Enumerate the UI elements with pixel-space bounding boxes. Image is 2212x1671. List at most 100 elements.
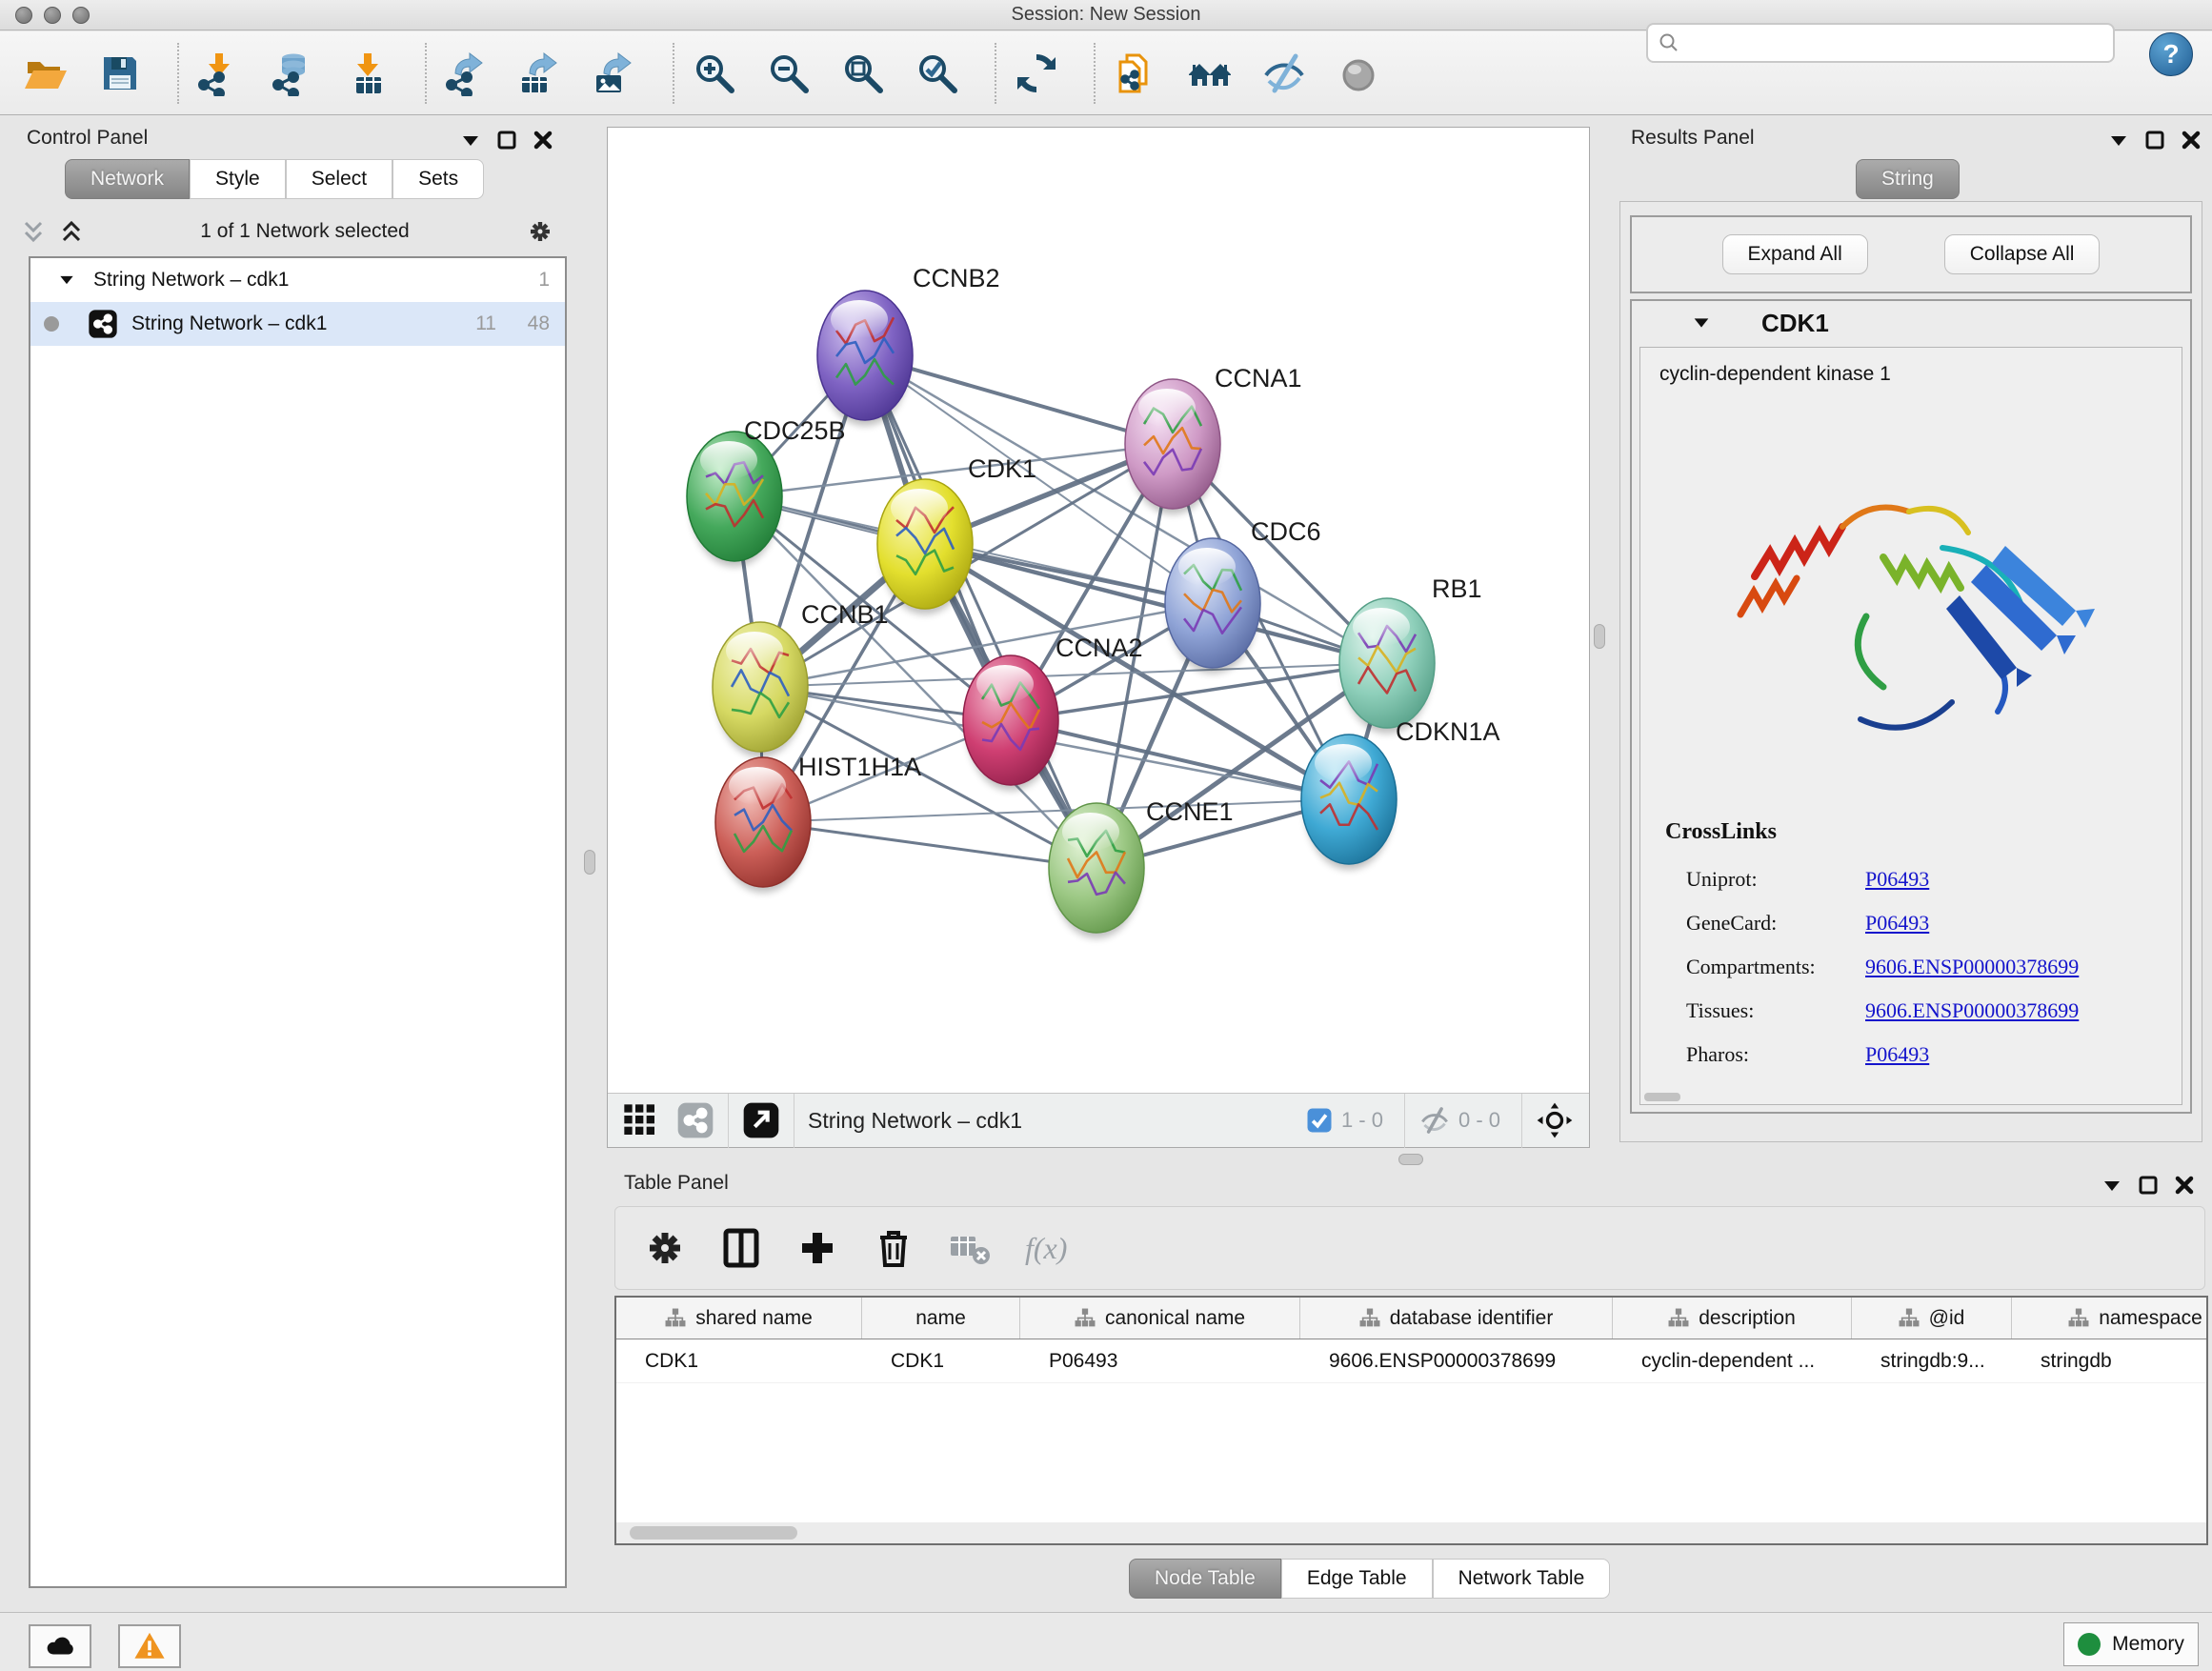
network-graph[interactable]: CCNB2CCNA1CDC25BCDK1CDC6RB1CCNB1CCNA2CDK…	[608, 128, 1589, 1094]
node-CCNB2[interactable]: CCNB2	[817, 264, 1000, 426]
fit-content-crosshair-icon[interactable]	[1536, 1101, 1574, 1139]
crosslink-link[interactable]: 9606.ENSP00000378699	[1865, 955, 2079, 979]
edge-CCNB2-CCNE1[interactable]	[865, 355, 1096, 868]
column-header[interactable]: name	[862, 1298, 1020, 1339]
table-cell[interactable]: CDK1	[616, 1339, 862, 1382]
scrollbar-thumb[interactable]	[630, 1526, 797, 1540]
columns-icon[interactable]	[718, 1223, 768, 1273]
float-panel-icon[interactable]	[2143, 129, 2166, 151]
table-cell[interactable]: stringdb	[2012, 1339, 2208, 1382]
share-view-icon[interactable]	[676, 1101, 714, 1139]
cloud-button[interactable]	[29, 1624, 91, 1668]
tab-network[interactable]: Network	[65, 159, 190, 199]
protein-details: cyclin-dependent kinase 1	[1639, 347, 2182, 1105]
hide-graphics-details-icon[interactable]	[1261, 49, 1311, 98]
node-HIST1H1A[interactable]: HIST1H1A	[715, 753, 921, 893]
import-network-database-icon[interactable]	[271, 49, 320, 98]
expand-all-icon[interactable]	[59, 219, 84, 244]
selected-checkbox-icon[interactable]	[1305, 1106, 1334, 1135]
close-panel-icon[interactable]	[532, 129, 554, 151]
function-icon[interactable]: f(x)	[1023, 1223, 1073, 1273]
crosslink-link[interactable]: P06493	[1865, 1042, 1929, 1067]
table-row[interactable]: CDK1CDK1P064939606.ENSP00000378699cyclin…	[616, 1339, 2206, 1383]
zoom-out-icon[interactable]	[766, 49, 815, 98]
crosslink-link[interactable]: 9606.ENSP00000378699	[1865, 998, 2079, 1023]
export-network-icon[interactable]	[444, 49, 493, 98]
node-CDC6[interactable]: CDC6	[1165, 517, 1321, 674]
right-splitter-handle[interactable]	[1594, 624, 1605, 649]
collapse-panel-icon[interactable]	[2107, 129, 2130, 151]
import-network-file-icon[interactable]	[196, 49, 246, 98]
save-session-icon[interactable]	[97, 49, 147, 98]
hidden-eye-icon[interactable]	[1418, 1104, 1451, 1137]
export-image-icon[interactable]	[593, 49, 642, 98]
trash-icon[interactable]	[871, 1223, 920, 1273]
close-panel-icon[interactable]	[2173, 1174, 2196, 1197]
refresh-icon[interactable]	[1014, 49, 1063, 98]
edge-CDKN1A-HIST1H1A[interactable]	[763, 799, 1349, 822]
import-table-icon[interactable]	[345, 49, 394, 98]
expand-all-button[interactable]: Expand All	[1722, 234, 1868, 274]
export-table-icon[interactable]	[518, 49, 568, 98]
open-session-icon[interactable]	[23, 49, 72, 98]
edge-HIST1H1A-CCNE1[interactable]	[763, 822, 1096, 868]
network-canvas[interactable]: CCNB2CCNA1CDC25BCDK1CDC6RB1CCNB1CCNA2CDK…	[607, 127, 1590, 1148]
tab-network-table[interactable]: Network Table	[1433, 1559, 1611, 1599]
houses-icon[interactable]	[1187, 49, 1237, 98]
tab-select[interactable]: Select	[286, 159, 392, 199]
table-cell[interactable]: stringdb:9...	[1852, 1339, 2012, 1382]
tab-node-table[interactable]: Node Table	[1129, 1559, 1281, 1599]
float-panel-icon[interactable]	[2137, 1174, 2160, 1197]
tab-style[interactable]: Style	[190, 159, 286, 199]
node-CCNA1[interactable]: CCNA1	[1125, 364, 1302, 514]
column-header[interactable]: shared name	[616, 1298, 862, 1339]
table-cell[interactable]: CDK1	[862, 1339, 1020, 1382]
delete-table-icon[interactable]	[947, 1223, 996, 1273]
tab-sets[interactable]: Sets	[392, 159, 484, 199]
crosslink-link[interactable]: P06493	[1865, 911, 1929, 936]
table-horizontal-scrollbar[interactable]	[616, 1522, 2206, 1543]
close-panel-icon[interactable]	[2180, 129, 2202, 151]
collection-expand-icon[interactable]	[57, 271, 76, 290]
search-input[interactable]	[1680, 25, 2113, 61]
node-CCNB1[interactable]: CCNB1	[713, 600, 889, 757]
column-header[interactable]: canonical name	[1020, 1298, 1300, 1339]
column-header[interactable]: description	[1613, 1298, 1852, 1339]
collapse-panel-icon[interactable]	[2101, 1174, 2123, 1197]
birdseye-view-icon[interactable]	[742, 1101, 780, 1139]
gear-icon[interactable]	[642, 1223, 692, 1273]
network-options-gear-icon[interactable]	[526, 217, 554, 246]
node-CCNE1[interactable]: CCNE1	[1049, 797, 1234, 938]
document-share-icon[interactable]	[1113, 49, 1162, 98]
section-expand-icon[interactable]	[1691, 312, 1712, 333]
column-header[interactable]: @id	[1852, 1298, 2012, 1339]
tab-edge-table[interactable]: Edge Table	[1281, 1559, 1433, 1599]
column-header[interactable]: database identifier	[1300, 1298, 1613, 1339]
network-collection-row[interactable]: String Network – cdk1 1	[30, 258, 565, 302]
collapse-all-button[interactable]: Collapse All	[1944, 234, 2101, 274]
float-panel-icon[interactable]	[495, 129, 518, 151]
help-button[interactable]: ?	[2149, 32, 2193, 76]
node-RB1[interactable]: RB1	[1339, 574, 1482, 734]
table-cell[interactable]: cyclin-dependent ...	[1613, 1339, 1852, 1382]
memory-button[interactable]: Memory	[2063, 1622, 2199, 1666]
column-header[interactable]: namespace	[2012, 1298, 2208, 1339]
results-scrollbar-thumb[interactable]	[1644, 1093, 1680, 1101]
protein-section-header[interactable]: CDK1	[1632, 301, 2190, 345]
zoom-fit-icon[interactable]	[840, 49, 890, 98]
table-cell[interactable]: P06493	[1020, 1339, 1300, 1382]
collapse-panel-icon[interactable]	[459, 129, 482, 151]
left-splitter-handle[interactable]	[584, 850, 595, 875]
network-row[interactable]: String Network – cdk1 11 48	[30, 302, 565, 346]
add-icon[interactable]	[794, 1223, 844, 1273]
show-graphics-details-icon[interactable]	[1336, 49, 1385, 98]
table-cell[interactable]: 9606.ENSP00000378699	[1300, 1339, 1613, 1382]
node-CDKN1A[interactable]: CDKN1A	[1301, 717, 1500, 870]
zoom-selected-icon[interactable]	[915, 49, 964, 98]
zoom-in-icon[interactable]	[692, 49, 741, 98]
grid-view-icon[interactable]	[621, 1101, 659, 1139]
warning-button[interactable]	[118, 1624, 181, 1668]
crosslink-link[interactable]: P06493	[1865, 867, 1929, 892]
tab-string[interactable]: String	[1856, 159, 1960, 199]
collapse-all-icon[interactable]	[21, 219, 46, 244]
